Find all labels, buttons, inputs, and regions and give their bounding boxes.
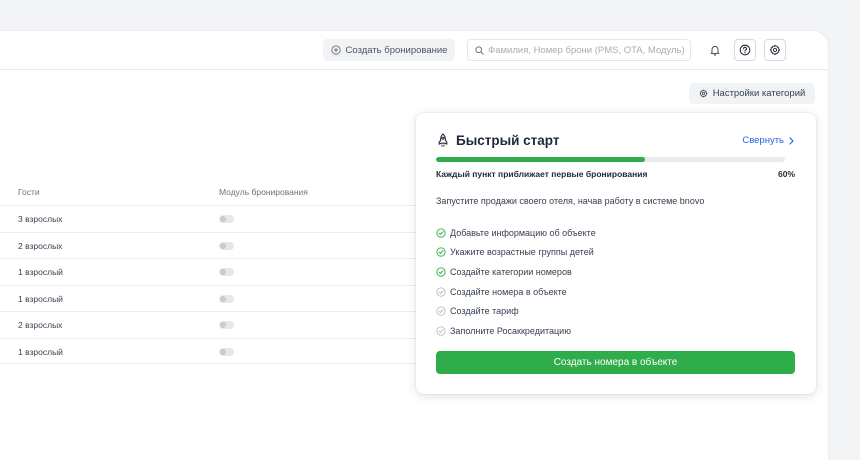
quick-start-description: Запустите продажи своего отеля, начав ра… (436, 196, 705, 206)
table-row: 1 взрослый (0, 337, 420, 364)
table-row: 2 взрослых (0, 311, 420, 338)
create-booking-button[interactable]: Создать бронирование (323, 39, 455, 61)
chevron-right-icon (789, 136, 794, 145)
check-circle-icon (436, 306, 446, 316)
category-settings-button[interactable]: Настройки категорий (689, 83, 815, 104)
step-label: Заполните Росаккредитацию (450, 325, 571, 336)
check-circle-icon (436, 228, 446, 238)
progress-bar-fill (436, 157, 646, 162)
top-header: Создать бронирование (0, 31, 828, 70)
guests-cell: 3 взрослых (18, 214, 63, 224)
progress-percent: 60% (777, 169, 795, 179)
step-label: Создайте номера в объекте (450, 286, 567, 297)
step-label: Создайте тариф (450, 306, 519, 317)
app-window: Создать бронирование Фамилия, Номер брон… (0, 31, 828, 460)
booking-module-toggle[interactable] (219, 215, 234, 223)
booking-module-toggle[interactable] (219, 241, 234, 250)
step-item[interactable]: Создайте номера в объекте (436, 282, 596, 302)
settings-button[interactable] (764, 39, 786, 61)
notifications-button[interactable] (704, 39, 726, 61)
guests-cell: 2 взрослых (18, 240, 63, 251)
table-row: 2 взрослых (0, 231, 420, 259)
search-field[interactable] (467, 39, 691, 61)
table-row: 1 взрослый (0, 284, 420, 312)
guests-cell: 1 взрослый (18, 267, 63, 277)
progress-bar (436, 157, 785, 162)
step-item[interactable]: Добавьте информацию об объекте (436, 223, 596, 243)
plus-circle-icon (330, 45, 341, 55)
guests-cell: 1 взрослый (18, 346, 63, 357)
create-rooms-button[interactable]: Создать номера в объекте (436, 351, 795, 374)
step-item[interactable]: Укажите возрастные группы детей (436, 243, 596, 263)
quick-start-title: Быстрый старт (456, 133, 560, 148)
steps-list: Добавьте информацию об объекте Укажите в… (436, 223, 596, 341)
check-circle-icon (436, 326, 446, 336)
collapse-label: Свернуть (742, 135, 784, 146)
column-header-guests: Гости (18, 187, 40, 197)
check-circle-icon (436, 267, 446, 277)
search-icon (475, 45, 484, 55)
table-row: 3 взрослых (0, 205, 420, 232)
create-booking-label: Создать бронирование (345, 44, 448, 56)
quick-start-panel: Быстрый старт Свернуть Каждый пункт приб… (416, 113, 816, 394)
check-circle-icon (436, 286, 446, 297)
gear-icon (769, 44, 781, 56)
booking-module-toggle[interactable] (219, 294, 234, 303)
booking-module-toggle[interactable] (219, 347, 234, 356)
check-circle-icon (436, 247, 446, 258)
bell-icon (710, 46, 720, 56)
table-row: 1 взрослый (0, 258, 420, 285)
step-label: Добавьте информацию об объекте (450, 227, 596, 238)
guests-cell: 1 взрослый (18, 293, 63, 304)
guests-cell: 2 взрослых (18, 320, 63, 330)
booking-module-toggle[interactable] (219, 268, 234, 276)
rocket-icon (438, 133, 448, 147)
collapse-link[interactable]: Свернуть (742, 135, 794, 146)
search-input[interactable] (488, 44, 688, 56)
step-item[interactable]: Создайте тариф (436, 301, 596, 321)
step-item[interactable]: Создайте категории номеров (436, 262, 596, 282)
gear-icon (699, 89, 708, 98)
question-circle-icon (739, 44, 751, 56)
step-label: Укажите возрастные группы детей (450, 247, 594, 258)
step-item[interactable]: Заполните Росаккредитацию (436, 321, 596, 341)
progress-caption: Каждый пункт приближает первые бронирова… (436, 169, 648, 179)
category-settings-label: Настройки категорий (712, 88, 806, 99)
step-label: Создайте категории номеров (450, 266, 572, 277)
help-button[interactable] (734, 39, 756, 61)
booking-module-toggle[interactable] (219, 321, 234, 329)
column-header-booking-module: Модуль бронирования (219, 187, 308, 197)
